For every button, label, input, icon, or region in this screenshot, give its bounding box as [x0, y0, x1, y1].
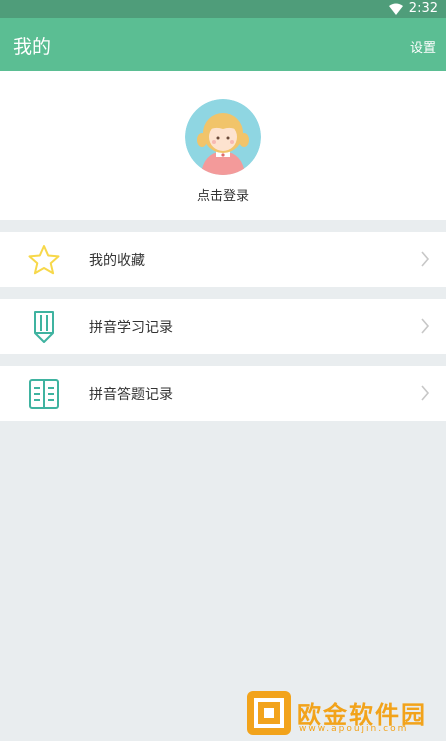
login-link[interactable]: 点击登录: [0, 185, 446, 204]
wifi-icon: [388, 3, 403, 15]
avatar[interactable]: [185, 99, 261, 175]
star-icon: [28, 245, 60, 275]
menu-item-favorites[interactable]: 我的收藏: [0, 232, 446, 287]
chevron-right-icon: [421, 251, 430, 267]
status-time: 2:32: [408, 1, 438, 16]
watermark: 欧金软件园 www.apoujin.com: [247, 691, 443, 739]
profile-header: 点击登录: [0, 71, 446, 220]
watermark-url: www.apoujin.com: [299, 724, 409, 734]
watermark-logo-icon: [247, 691, 291, 735]
status-bar: 2:32: [0, 0, 446, 18]
pencil-bookmark-icon: [34, 311, 54, 343]
chevron-right-icon: [421, 385, 430, 401]
menu-item-learning-record[interactable]: 拼音学习记录: [0, 299, 446, 354]
chevron-right-icon: [421, 318, 430, 334]
girl-avatar-icon: [185, 99, 261, 175]
menu-item-label: 拼音学习记录: [89, 320, 173, 336]
app-bar: 我的 设置: [0, 18, 446, 71]
status-right: 2:32: [388, 1, 438, 16]
menu-item-quiz-record[interactable]: 拼音答题记录: [0, 366, 446, 421]
page-title: 我的: [13, 36, 52, 58]
menu-item-label: 拼音答题记录: [89, 387, 173, 403]
list-document-icon: [29, 379, 59, 409]
settings-button[interactable]: 设置: [410, 37, 436, 56]
menu-item-label: 我的收藏: [89, 253, 145, 269]
